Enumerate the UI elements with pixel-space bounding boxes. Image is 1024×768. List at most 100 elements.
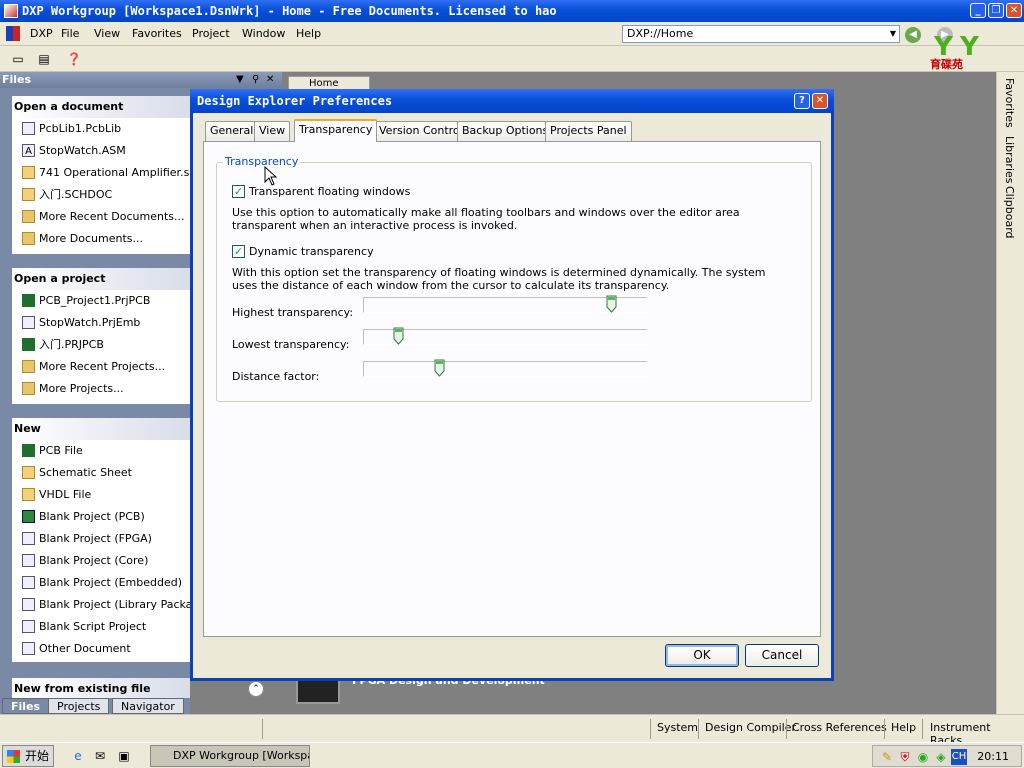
script-project-icon bbox=[22, 620, 35, 633]
tab-transparency[interactable]: Transparency bbox=[294, 119, 378, 142]
back-arrow-icon[interactable]: ◀ bbox=[905, 27, 921, 43]
pin-icon[interactable]: ⚲ bbox=[252, 72, 259, 88]
app-title-bar: DXP Workgroup [Workspace1.DsnWrk] - Home… bbox=[0, 0, 1024, 22]
list-item[interactable]: PCB File bbox=[12, 440, 190, 462]
files-panel-header: Files ▼ ⚲ ✕ bbox=[0, 72, 282, 88]
toolbar: ▭ ▤ ❓ bbox=[0, 46, 1024, 72]
status-system[interactable]: System bbox=[657, 721, 698, 734]
help-icon[interactable]: ? bbox=[794, 93, 810, 109]
cancel-button[interactable]: Cancel bbox=[745, 644, 819, 667]
menu-project[interactable]: Project bbox=[192, 27, 230, 40]
quicklaunch-icon[interactable]: ✉ bbox=[92, 748, 108, 764]
list-item[interactable]: PcbLib1.PcbLib bbox=[12, 118, 190, 140]
slider-thumb[interactable] bbox=[606, 295, 617, 313]
minimize-button[interactable]: _ bbox=[970, 3, 986, 18]
taskbar-item-dxp[interactable]: DXP Workgroup [Workspa... bbox=[150, 745, 310, 767]
list-item[interactable]: More Recent Projects... bbox=[12, 356, 190, 378]
list-item[interactable]: Blank Script Project bbox=[12, 616, 190, 638]
menu-view[interactable]: View bbox=[94, 27, 120, 40]
list-item[interactable]: Blank Project (Library Package) bbox=[12, 594, 190, 616]
list-item[interactable]: Blank Project (Core) bbox=[12, 550, 190, 572]
lowest-transparency-slider[interactable] bbox=[363, 327, 647, 347]
tab-navigator[interactable]: Navigator bbox=[112, 698, 184, 714]
antivirus-icon[interactable]: ◈ bbox=[933, 749, 949, 765]
pcb-file-icon bbox=[22, 444, 35, 457]
schematic-icon bbox=[22, 466, 35, 479]
list-item[interactable]: Other Document bbox=[12, 638, 190, 660]
tab-version-control[interactable]: Version Control bbox=[374, 121, 468, 141]
ok-button[interactable]: OK bbox=[665, 644, 739, 667]
address-input[interactable]: DXP://Home ▼ bbox=[622, 25, 900, 43]
core-project-icon bbox=[22, 554, 35, 567]
list-item[interactable]: Blank Project (Embedded) bbox=[12, 572, 190, 594]
tab-clipboard[interactable]: Clipboard bbox=[1003, 186, 1016, 239]
transparent-floating-checkbox[interactable]: ✓ bbox=[232, 185, 245, 198]
close-icon[interactable]: ✕ bbox=[812, 93, 828, 109]
transparent-floating-label: Transparent floating windows bbox=[249, 185, 411, 198]
vhdl-file-icon bbox=[22, 488, 35, 501]
tab-projects-panel[interactable]: Projects Panel bbox=[545, 121, 632, 141]
asm-file-icon: A bbox=[22, 144, 35, 157]
dialog-title: Design Explorer Preferences bbox=[197, 94, 393, 108]
start-button[interactable]: 开始 bbox=[2, 745, 54, 767]
dynamic-transparency-checkbox[interactable]: ✓ bbox=[232, 245, 245, 258]
shield-icon[interactable]: ⛨ bbox=[897, 749, 913, 765]
dialog-title-bar: Design Explorer Preferences ? ✕ bbox=[190, 89, 834, 113]
menu-dxp[interactable]: DXP bbox=[30, 27, 53, 40]
system-tray: ✎ ⛨ ◉ ◈ CH 20:11 bbox=[872, 745, 1022, 767]
status-design-compiler[interactable]: Design Compiler bbox=[705, 721, 796, 734]
tab-favorites[interactable]: Favorites bbox=[1003, 78, 1016, 128]
network-icon[interactable]: ◉ bbox=[915, 749, 931, 765]
maximize-button[interactable]: ❐ bbox=[988, 3, 1004, 18]
windows-flag-icon bbox=[7, 750, 20, 763]
close-icon[interactable]: ✕ bbox=[266, 72, 274, 88]
open-icon[interactable]: ▤ bbox=[36, 51, 52, 67]
help-hint-icon[interactable]: ❓ bbox=[66, 51, 82, 67]
list-item[interactable]: 入门.SCHDOC bbox=[12, 184, 190, 206]
highest-transparency-slider[interactable] bbox=[363, 295, 647, 315]
list-item[interactable]: More Projects... bbox=[12, 378, 190, 400]
tab-view[interactable]: View bbox=[254, 121, 291, 141]
list-item[interactable]: More Recent Documents... bbox=[12, 206, 190, 228]
desktop-icon[interactable]: ▣ bbox=[116, 748, 132, 764]
close-button[interactable]: ✕ bbox=[1006, 3, 1022, 18]
preferences-dialog: Design Explorer Preferences ? ✕ General … bbox=[190, 89, 834, 681]
embedded-project-icon bbox=[22, 316, 35, 329]
menu-window[interactable]: Window bbox=[242, 27, 285, 40]
status-help[interactable]: Help bbox=[891, 721, 916, 734]
pen-icon[interactable]: ✎ bbox=[879, 749, 895, 765]
section-new-from-existing: New from existing file bbox=[12, 678, 190, 698]
chevron-down-icon[interactable]: ▼ bbox=[236, 72, 244, 88]
list-item[interactable]: Blank Project (FPGA) bbox=[12, 528, 190, 550]
list-item[interactable]: Schematic Sheet bbox=[12, 462, 190, 484]
chevron-down-icon[interactable]: ▼ bbox=[887, 26, 899, 42]
list-item[interactable]: StopWatch.PrjEmb bbox=[12, 312, 190, 334]
transparent-floating-desc: Use this option to automatically make al… bbox=[232, 206, 740, 232]
status-cross-references[interactable]: Cross References bbox=[792, 721, 887, 734]
menu-help[interactable]: Help bbox=[296, 27, 321, 40]
tab-backup-options[interactable]: Backup Options bbox=[457, 121, 554, 141]
ie-icon[interactable]: e bbox=[70, 748, 86, 764]
collapse-icon[interactable]: ⌃ bbox=[248, 681, 264, 697]
tab-libraries[interactable]: Libraries bbox=[1003, 136, 1016, 184]
menu-file[interactable]: File bbox=[61, 27, 79, 40]
list-item[interactable]: A StopWatch.ASM bbox=[12, 140, 190, 162]
list-item[interactable]: 741 Operational Amplifier.schdoc bbox=[12, 162, 190, 184]
list-item[interactable]: VHDL File bbox=[12, 484, 190, 506]
tab-general[interactable]: General bbox=[205, 121, 259, 141]
schematic-icon bbox=[22, 166, 35, 179]
tab-projects[interactable]: Projects bbox=[48, 698, 110, 714]
slider-thumb[interactable] bbox=[393, 327, 404, 345]
list-item[interactable]: Blank Project (PCB) bbox=[12, 506, 190, 528]
language-indicator[interactable]: CH bbox=[951, 749, 967, 765]
list-item[interactable]: More Documents... bbox=[12, 228, 190, 250]
menu-favorites[interactable]: Favorites bbox=[132, 27, 182, 40]
clock: 20:11 bbox=[977, 750, 1009, 763]
list-item[interactable]: PCB_Project1.PrjPCB bbox=[12, 290, 190, 312]
distance-factor-slider[interactable] bbox=[363, 359, 647, 379]
new-document-icon[interactable]: ▭ bbox=[10, 51, 26, 67]
new-list: PCB File Schematic Sheet VHDL File Blank… bbox=[12, 440, 190, 662]
list-item[interactable]: 入门.PRJPCB bbox=[12, 334, 190, 356]
tab-files[interactable]: Files bbox=[2, 698, 50, 714]
slider-thumb[interactable] bbox=[434, 359, 445, 377]
